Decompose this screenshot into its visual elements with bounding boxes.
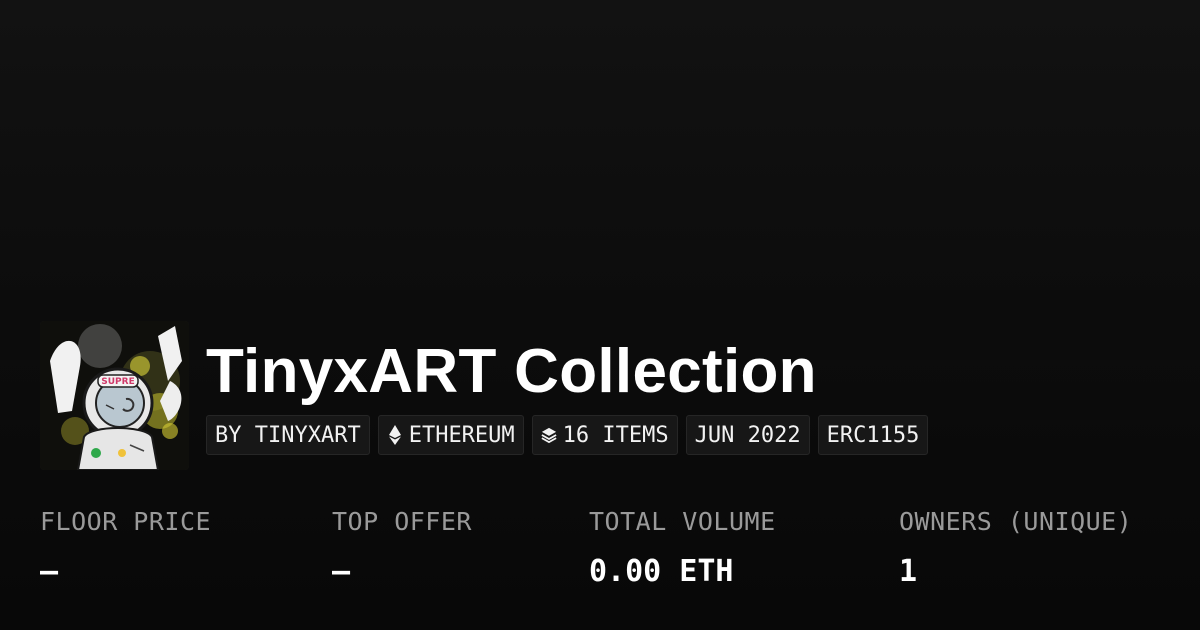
stat-total-volume: TOTAL VOLUME 0.00 ETH <box>589 505 776 589</box>
chain-chip[interactable]: ETHEREUM <box>377 415 524 455</box>
items-chip[interactable]: 16 ITEMS <box>531 415 678 455</box>
layers-icon <box>541 424 557 446</box>
stat-value: — <box>332 554 351 589</box>
ethereum-icon <box>387 424 403 446</box>
collection-card: SUPRE TinyxART Collection BY TINYXART ET… <box>0 0 1200 630</box>
stat-value: 0.00 ETH <box>589 554 734 589</box>
stat-label: OWNERS (UNIQUE) <box>899 507 1133 536</box>
creator-label: BY TINYXART <box>215 422 361 448</box>
collection-title: TinyxART Collection <box>206 337 817 406</box>
standard-label: ERC1155 <box>826 422 920 448</box>
items-label: 16 ITEMS <box>562 422 669 448</box>
chain-label: ETHEREUM <box>408 422 515 448</box>
stat-label: FLOOR PRICE <box>40 507 212 536</box>
stat-top-offer: TOP OFFER — <box>332 505 472 589</box>
stat-value: 1 <box>899 554 918 589</box>
svg-text:SUPRE: SUPRE <box>101 377 134 387</box>
creator-chip[interactable]: BY TINYXART <box>206 415 370 455</box>
collection-meta-chips: BY TINYXART ETHEREUM 16 ITEMS JUN 2022 E… <box>206 415 929 455</box>
stat-value: — <box>40 554 59 589</box>
collection-avatar[interactable]: SUPRE <box>40 321 189 470</box>
stat-owners: OWNERS (UNIQUE) 1 <box>899 505 1132 589</box>
standard-chip: ERC1155 <box>817 415 929 455</box>
astronaut-art-icon: SUPRE <box>40 321 189 470</box>
stat-label: TOP OFFER <box>332 507 472 536</box>
date-chip: JUN 2022 <box>685 415 810 455</box>
stat-label: TOTAL VOLUME <box>589 507 776 536</box>
date-label: JUN 2022 <box>694 422 801 448</box>
stat-floor-price: FLOOR PRICE — <box>40 505 211 589</box>
